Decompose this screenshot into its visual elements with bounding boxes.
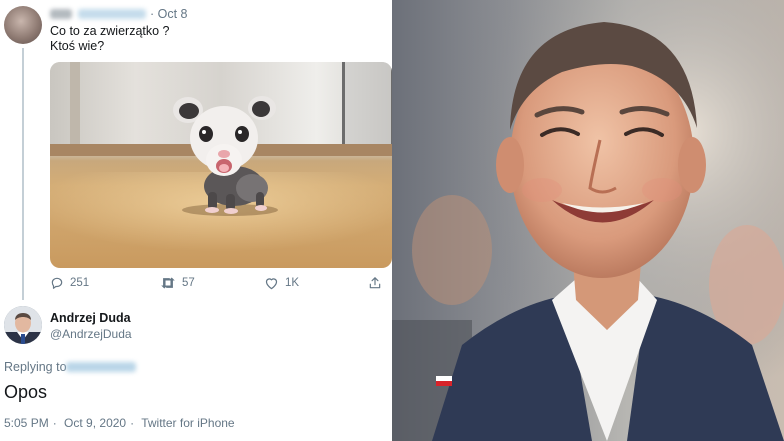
portrait-photo	[392, 0, 784, 441]
reply-count: 251	[70, 277, 90, 289]
original-tweet-text: Co to za zwierzątko ? Ktoś wie?	[50, 24, 170, 53]
reply-tweet-metadata: 5:05 PM · Oct 9, 2020 · Twitter for iPhone	[4, 416, 239, 430]
reply-author-handle[interactable]: @AndrzejDuda	[50, 327, 132, 341]
meta-separator: ·	[52, 416, 57, 430]
reply-action[interactable]: 251	[50, 276, 89, 290]
reply-time[interactable]: 5:05 PM	[4, 416, 49, 430]
photo-door-edge	[70, 62, 80, 154]
photo-cart	[342, 62, 392, 154]
share-icon	[369, 277, 381, 289]
baby-opossum-illustration	[173, 96, 278, 216]
replying-to-handle-redacted[interactable]	[66, 362, 136, 372]
original-author-handle-redacted	[78, 9, 146, 19]
replying-to-label: Replying to	[4, 360, 67, 374]
reply-source[interactable]: Twitter for iPhone	[141, 416, 234, 430]
retweet-icon	[161, 277, 175, 289]
reply-icon	[51, 277, 63, 289]
reply-author-avatar[interactable]	[4, 306, 42, 344]
smiling-man-photo-illustration	[392, 0, 784, 441]
retweet-count: 57	[182, 277, 195, 289]
author-avatar-portrait	[4, 306, 42, 344]
tweet-thread-panel: · Oct 8 Co to za zwierzątko ? Ktoś wie?	[0, 0, 392, 441]
original-author-name-redacted	[50, 9, 72, 19]
meta-separator-2: ·	[130, 416, 135, 430]
reply-date[interactable]: Oct 9, 2020	[64, 416, 126, 430]
reply-tweet-text: Opos	[4, 382, 48, 402]
tweet-action-bar: 251 57 1K	[50, 276, 392, 294]
tweet-media-photo[interactable]	[50, 62, 392, 268]
original-tweet-time[interactable]: · Oct 8	[150, 7, 188, 21]
like-count: 1K	[285, 277, 300, 289]
like-action[interactable]: 1K	[264, 276, 299, 290]
original-author-avatar[interactable]	[4, 6, 42, 44]
reply-author-name[interactable]: Andrzej Duda	[50, 311, 131, 325]
share-action[interactable]	[368, 276, 382, 290]
retweet-action[interactable]: 57	[160, 276, 195, 290]
thread-connector-line	[22, 48, 24, 300]
heart-icon	[265, 278, 278, 290]
